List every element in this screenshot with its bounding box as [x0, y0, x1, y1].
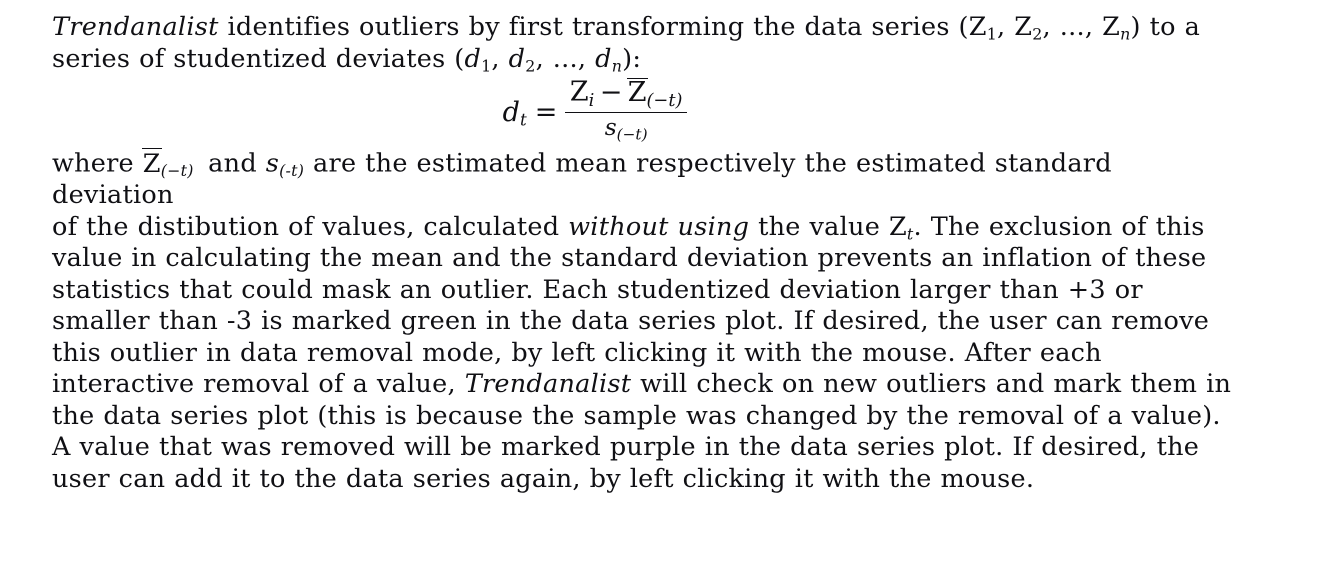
where-word: where — [52, 148, 143, 179]
equation-fraction: Zi − Z(−t) s(−t) — [564, 77, 688, 143]
z-bar-letter: Z — [627, 76, 647, 108]
body-italic-without-using: without using — [568, 211, 750, 242]
z-subscript-1: 1 — [986, 24, 998, 44]
body-segment-2: the value Z — [749, 211, 907, 242]
equation-body: dt = Zi − Z(−t) s(−t) — [503, 77, 688, 143]
z-subscript-n: n — [1120, 24, 1131, 44]
zbar-subscript-inline: (−t) — [160, 161, 194, 181]
intro-text-3: , ..., Z — [1042, 12, 1121, 42]
denominator-s-symbol: s — [604, 114, 617, 142]
intro-text-2: , Z — [997, 12, 1033, 42]
intro-text-1: identifies outliers by first transformin… — [218, 12, 987, 42]
d-symbol-2: d — [508, 43, 526, 74]
z-t-subscript: t — [906, 224, 914, 244]
numerator-minus-sign: − — [599, 76, 623, 108]
document-page: Trendanalist identifies outliers by firs… — [0, 0, 1334, 588]
equation-lhs-subscript: t — [519, 109, 527, 130]
display-equation: dt = Zi − Z(−t) s(−t) — [52, 77, 1242, 143]
d-subscript-1: 1 — [481, 55, 492, 75]
z-bar-symbol-inline: Z — [142, 147, 162, 180]
equation-denominator: s(−t) — [601, 113, 652, 143]
z-bar-letter-inline: Z — [142, 148, 161, 179]
d-symbol-n: d — [595, 43, 612, 74]
s-subscript-inline: (-t) — [279, 161, 305, 181]
z-bar-symbol: Z — [627, 76, 648, 108]
equation-numerator: Zi − Z(−t) — [565, 77, 687, 112]
and-word: and — [199, 148, 266, 179]
overbar-rule-inline — [142, 147, 162, 150]
intro-text-5: , — [491, 43, 509, 74]
intro-text-6: , ..., — [535, 43, 596, 74]
d-subscript-n: n — [611, 55, 623, 75]
equation-equals-sign: = — [534, 96, 558, 128]
paragraph-where: where Z(−t) and s(-t) are the estimated … — [52, 147, 1242, 212]
d-symbol-1: d — [464, 43, 482, 74]
numerator-z-symbol: Z — [569, 76, 589, 108]
app-name-italic: Trendanalist — [52, 12, 219, 42]
overbar-rule — [627, 77, 648, 80]
paragraph-body: of the distibution of values, calculated… — [52, 212, 1242, 496]
d-subscript-2: 2 — [525, 55, 536, 75]
numerator-z-subscript: i — [588, 89, 595, 111]
equation-lhs: dt — [502, 96, 535, 130]
equation-lhs-symbol: d — [502, 96, 520, 128]
z-subscript-2: 2 — [1032, 24, 1043, 44]
body-segment-1: of the distibution of values, calculated — [52, 211, 569, 242]
s-symbol-inline: s — [265, 148, 280, 179]
denominator-s-subscript: (−t) — [616, 125, 648, 144]
body-italic-app-name: Trendanalist — [464, 369, 632, 400]
intro-text-7: ): — [622, 43, 642, 74]
paragraph-intro: Trendanalist identifies outliers by firs… — [52, 12, 1242, 75]
numerator-zbar-subscript: (−t) — [646, 89, 683, 111]
